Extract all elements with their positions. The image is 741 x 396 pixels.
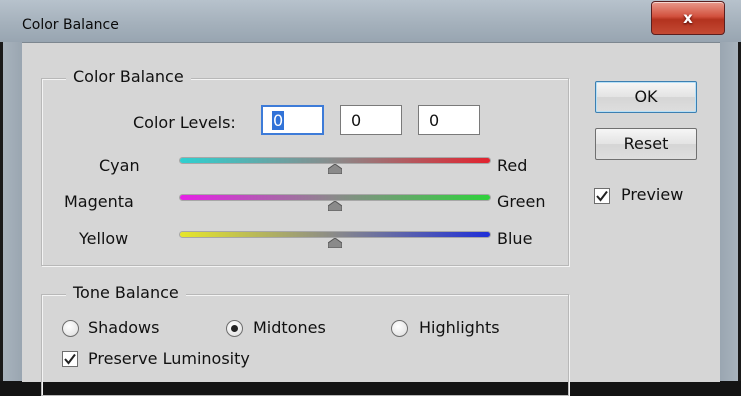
preview-checkbox[interactable]	[594, 188, 610, 204]
ok-button[interactable]: OK	[595, 81, 697, 113]
tone-balance-group-title: Tone Balance	[66, 283, 186, 302]
reset-button[interactable]: Reset	[595, 128, 697, 160]
radio-midtones[interactable]	[226, 320, 243, 337]
radio-midtones-label[interactable]: Midtones	[253, 318, 326, 337]
magenta-green-slider-track[interactable]	[180, 195, 490, 200]
magenta-green-slider-thumb[interactable]	[328, 201, 342, 211]
cyan-red-slider-track[interactable]	[180, 158, 490, 163]
checkmark-icon	[64, 353, 76, 365]
slider-blue-label: Blue	[497, 229, 533, 248]
color-level-magenta-green-input[interactable]: 0	[340, 105, 402, 135]
yellow-blue-slider-thumb[interactable]	[328, 238, 342, 248]
yellow-blue-slider-track[interactable]	[180, 232, 490, 237]
radio-shadows[interactable]	[62, 320, 79, 337]
slider-magenta-label: Magenta	[64, 192, 134, 211]
preview-label[interactable]: Preview	[621, 185, 683, 204]
window-border-left	[0, 42, 22, 381]
checkmark-icon	[596, 190, 608, 202]
reset-button-label: Reset	[623, 134, 669, 153]
title-bar[interactable]: Color Balance x	[0, 0, 741, 42]
color-balance-group: Color Balance Color Levels: 0 0 0 Cyan R…	[41, 67, 569, 266]
color-level-yellow-blue-input[interactable]: 0	[418, 105, 480, 135]
slider-cyan-label: Cyan	[99, 156, 140, 175]
radio-shadows-label[interactable]: Shadows	[88, 318, 159, 337]
color-levels-label: Color Levels:	[133, 113, 236, 132]
close-icon: x	[683, 9, 693, 27]
cyan-red-slider-thumb[interactable]	[328, 164, 342, 174]
close-button[interactable]: x	[651, 1, 725, 35]
slider-yellow-label: Yellow	[79, 229, 129, 248]
dialog-body: Color Balance Color Levels: 0 0 0 Cyan R…	[22, 42, 720, 396]
preserve-luminosity-label[interactable]: Preserve Luminosity	[88, 349, 250, 368]
window-title: Color Balance	[22, 17, 119, 33]
color-level-magenta-green-value: 0	[351, 111, 362, 130]
color-level-cyan-red-value: 0	[272, 111, 285, 130]
radio-highlights[interactable]	[391, 320, 408, 337]
preserve-luminosity-checkbox[interactable]	[62, 351, 78, 367]
window-border-right	[720, 42, 741, 381]
color-level-yellow-blue-value: 0	[429, 111, 440, 130]
ok-button-label: OK	[634, 87, 658, 106]
color-balance-group-title: Color Balance	[66, 67, 191, 86]
color-level-cyan-red-input[interactable]: 0	[261, 105, 324, 135]
slider-red-label: Red	[497, 156, 528, 175]
color-balance-dialog: Color Balance x Color Balance Color Leve…	[0, 0, 741, 396]
slider-green-label: Green	[497, 192, 546, 211]
radio-highlights-label[interactable]: Highlights	[419, 318, 500, 337]
